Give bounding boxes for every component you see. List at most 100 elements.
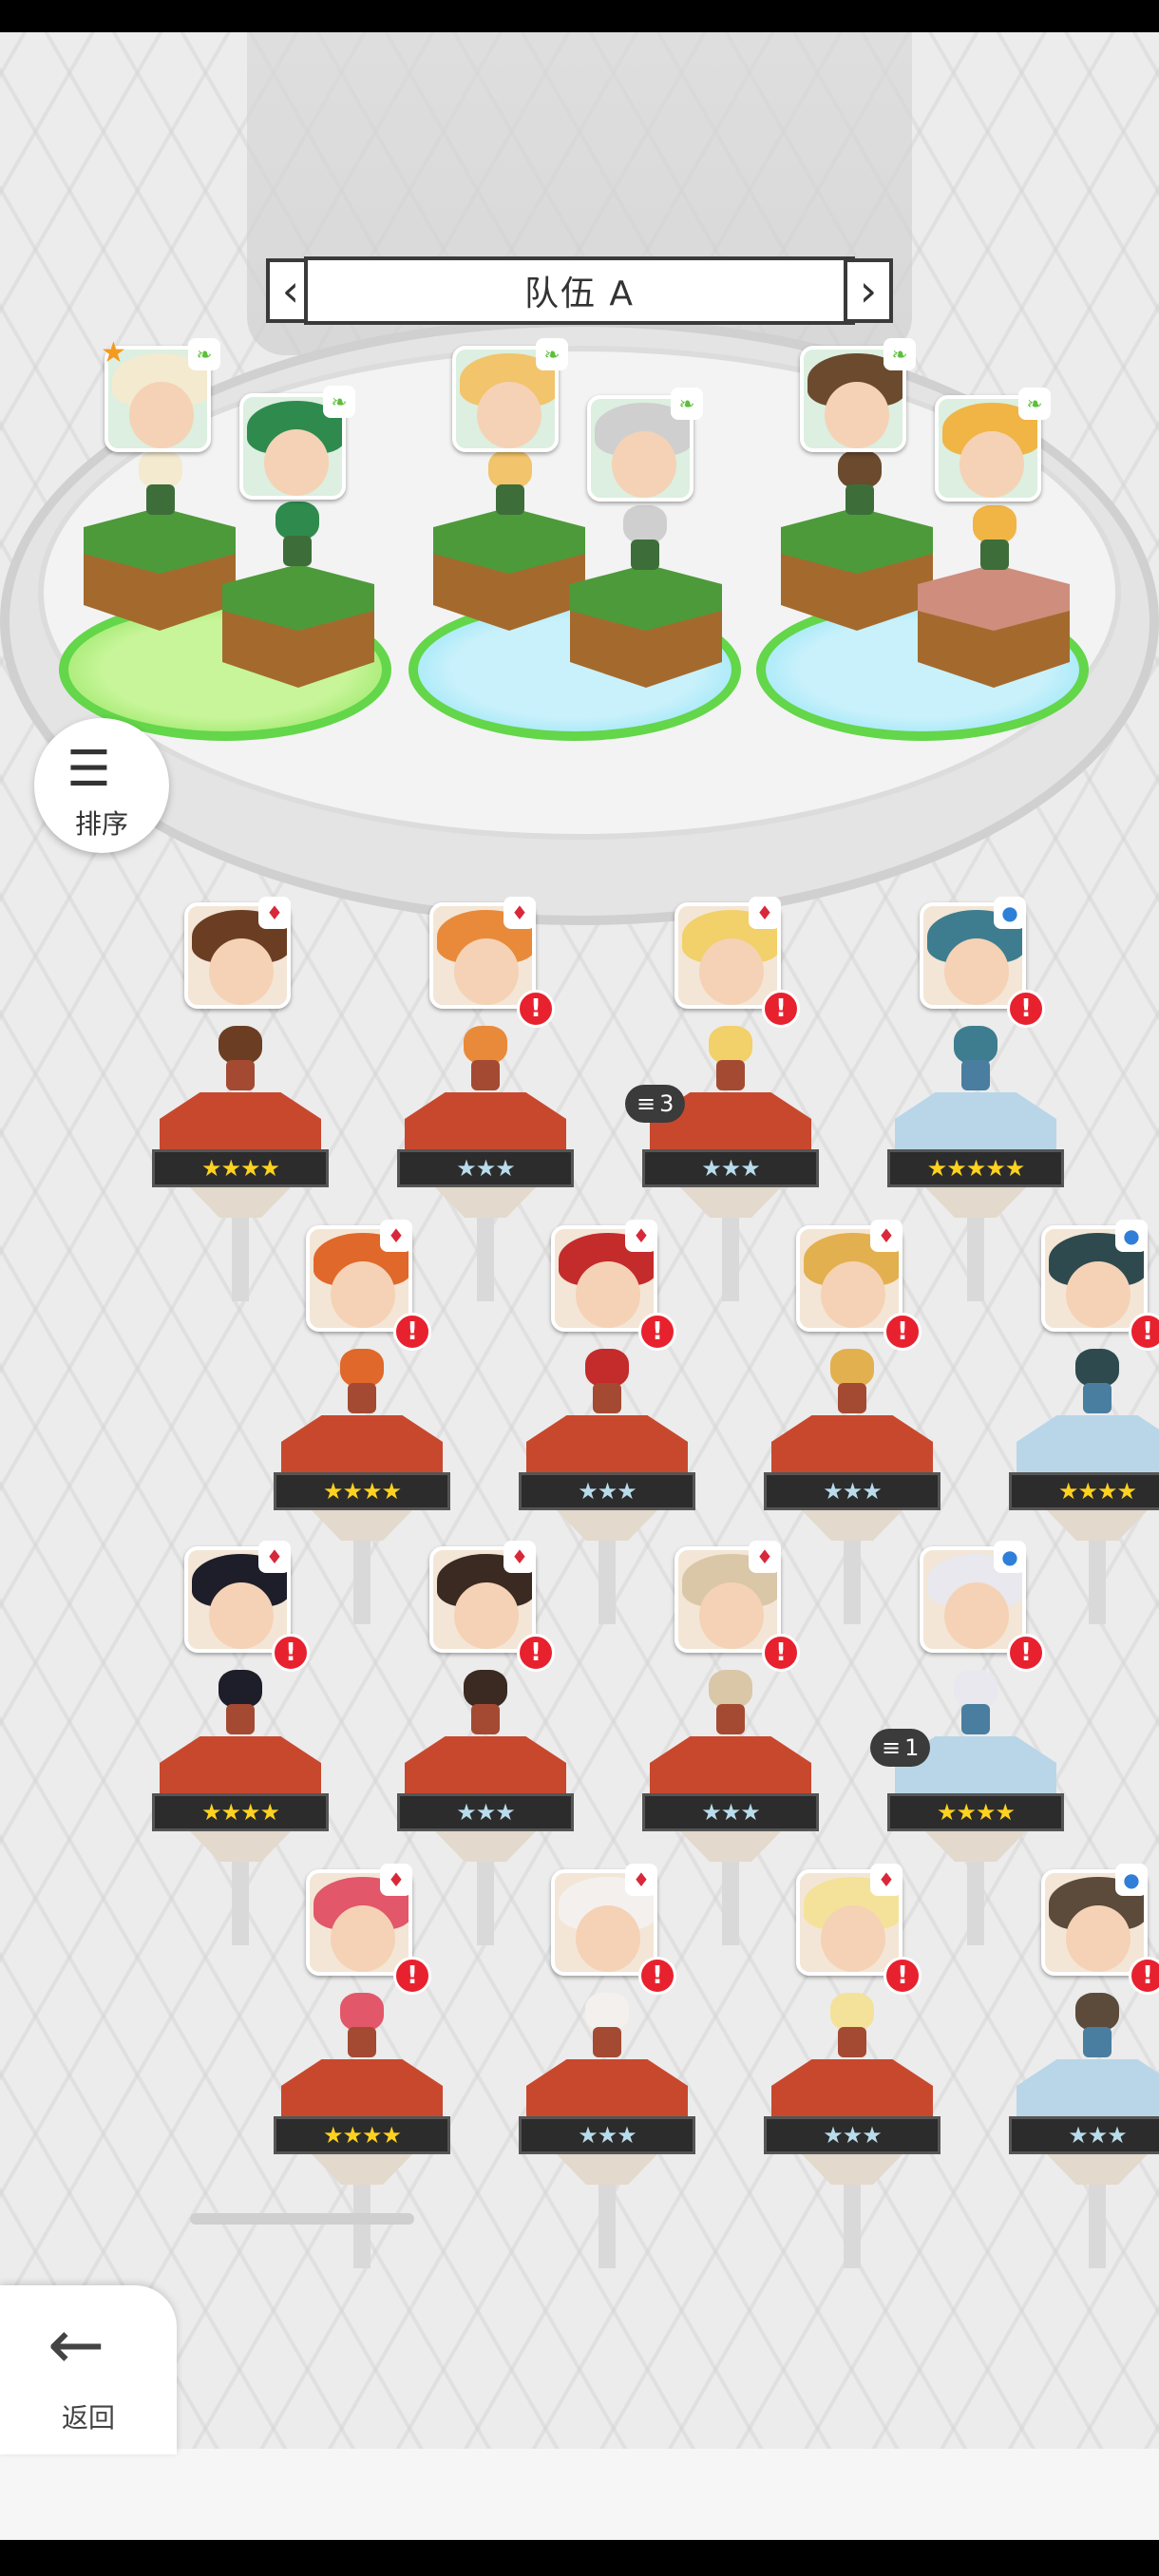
flame-icon: ♦ — [266, 1545, 283, 1568]
sprite-body — [348, 1383, 376, 1413]
sprite-head — [709, 1670, 752, 1708]
sprite-body — [226, 1060, 255, 1090]
team-unit-sprite[interactable] — [832, 450, 887, 517]
hero-pedestal[interactable]: ★★★★ — [1009, 1415, 1159, 1541]
hero-sprite[interactable] — [703, 1670, 758, 1736]
flame-icon: ♦ — [756, 1545, 773, 1568]
sprite-body — [593, 2027, 621, 2057]
hero-sprite[interactable] — [334, 1349, 390, 1415]
team-unit-sprite[interactable] — [270, 502, 325, 568]
scroll-indicator[interactable] — [190, 2213, 414, 2225]
team-block[interactable] — [84, 507, 236, 631]
hero-pedestal[interactable]: ★★★ — [397, 1736, 574, 1862]
duplicate-count: 1 — [904, 1734, 920, 1761]
sprite-body — [980, 540, 1009, 570]
flame-icon: ♦ — [388, 1868, 405, 1891]
sprite-body — [496, 484, 524, 515]
hero-pedestal[interactable]: ★★★ — [519, 1415, 695, 1541]
water-drop-icon: ● — [1123, 1868, 1140, 1891]
hero-pedestal[interactable]: ★★★★ — [152, 1092, 329, 1218]
sprite-body — [471, 1060, 500, 1090]
team-unit-sprite[interactable] — [133, 450, 188, 517]
alert-badge: ! — [638, 1313, 676, 1351]
hero-sprite[interactable] — [1070, 1349, 1125, 1415]
hero-sprite[interactable] — [458, 1670, 513, 1736]
hero-sprite[interactable] — [825, 1349, 880, 1415]
hero-sprite[interactable] — [580, 1349, 635, 1415]
portrait-face — [576, 1905, 640, 1972]
hero-pedestal[interactable]: ★★★★★ — [887, 1092, 1064, 1218]
next-team-button[interactable]: › — [844, 258, 893, 323]
flame-icon: ♦ — [878, 1224, 895, 1247]
team-unit-sprite[interactable] — [483, 450, 538, 517]
sprite-head — [830, 1349, 874, 1387]
portrait-face — [825, 382, 889, 448]
portrait-face — [331, 1261, 395, 1328]
element-badge: ♦ — [258, 897, 291, 929]
team-block[interactable] — [570, 564, 722, 688]
team-block[interactable] — [918, 564, 1070, 688]
star-rating: ★★★ — [397, 1793, 574, 1831]
duplicate-count-tag: ≡ 3 — [625, 1085, 686, 1123]
back-button[interactable]: ← 返回 — [0, 2285, 177, 2454]
sort-button[interactable]: ☰ 排序 — [34, 718, 169, 853]
hero-pedestal[interactable]: ★★★ — [519, 2059, 695, 2185]
hero-sprite[interactable] — [458, 1026, 513, 1092]
pedestal-base — [678, 1185, 783, 1218]
star-rating: ★★★★ — [274, 1472, 450, 1510]
element-badge: ❧ — [671, 388, 703, 420]
hero-sprite[interactable] — [1070, 1993, 1125, 2059]
hero-sprite[interactable] — [213, 1670, 268, 1736]
team-block[interactable] — [781, 507, 933, 631]
flame-icon: ♦ — [511, 1545, 528, 1568]
hero-pedestal[interactable]: ★★★ — [642, 1736, 819, 1862]
flame-icon: ♦ — [756, 901, 773, 924]
hero-sprite[interactable] — [703, 1026, 758, 1092]
team-selector: ‹ 队伍 A › — [266, 256, 893, 325]
hero-pedestal[interactable]: ★★★ — [397, 1092, 574, 1218]
alert-badge: ! — [884, 1957, 922, 1995]
team-unit-sprite[interactable] — [618, 505, 673, 572]
portrait-face — [576, 1261, 640, 1328]
hero-sprite[interactable] — [334, 1993, 390, 2059]
sprite-body — [593, 1383, 621, 1413]
duplicate-count-tag: ≡ 1 — [870, 1729, 931, 1767]
alert-badge: ! — [393, 1957, 431, 1995]
hero-pedestal[interactable]: ★★★ — [1009, 2059, 1159, 2185]
hero-pedestal[interactable]: ★★★ — [764, 2059, 940, 2185]
star-rating: ★★★ — [642, 1793, 819, 1831]
sort-descending-icon: ☰ — [66, 741, 111, 798]
team-block[interactable] — [433, 507, 585, 631]
sprite-head — [488, 450, 532, 488]
bottom-bar — [0, 2449, 1159, 2540]
sprite-head — [218, 1026, 262, 1064]
sprite-head — [340, 1349, 384, 1387]
element-badge: ♦ — [870, 1864, 902, 1896]
water-drop-icon: ● — [1123, 1224, 1140, 1247]
portrait-face — [1066, 1905, 1130, 1972]
hero-sprite[interactable] — [948, 1670, 1003, 1736]
portrait-face — [821, 1905, 885, 1972]
hero-sprite[interactable] — [213, 1026, 268, 1092]
pedestal-base — [923, 1829, 1028, 1862]
flame-icon: ♦ — [511, 901, 528, 924]
hero-sprite[interactable] — [580, 1993, 635, 2059]
star-rating: ★★★★★ — [887, 1149, 1064, 1187]
hero-pedestal[interactable]: ★★★★ — [274, 1415, 450, 1541]
sprite-body — [838, 2027, 866, 2057]
flame-icon: ♦ — [266, 901, 283, 924]
element-badge: ♦ — [625, 1220, 657, 1252]
hero-pedestal[interactable]: ★★★★ — [152, 1736, 329, 1862]
hero-sprite[interactable] — [825, 1993, 880, 2059]
element-badge: ● — [994, 1541, 1026, 1573]
element-badge: ♦ — [749, 1541, 781, 1573]
team-block[interactable] — [222, 564, 374, 688]
hero-pedestal[interactable]: ★★★★ — [274, 2059, 450, 2185]
sprite-body — [838, 1383, 866, 1413]
star-rating: ★★★★ — [152, 1149, 329, 1187]
hero-sprite[interactable] — [948, 1026, 1003, 1092]
team-unit-sprite[interactable] — [967, 505, 1022, 572]
alert-badge: ! — [1007, 990, 1045, 1028]
leaf-icon: ❧ — [196, 343, 213, 366]
hero-pedestal[interactable]: ★★★ — [764, 1415, 940, 1541]
